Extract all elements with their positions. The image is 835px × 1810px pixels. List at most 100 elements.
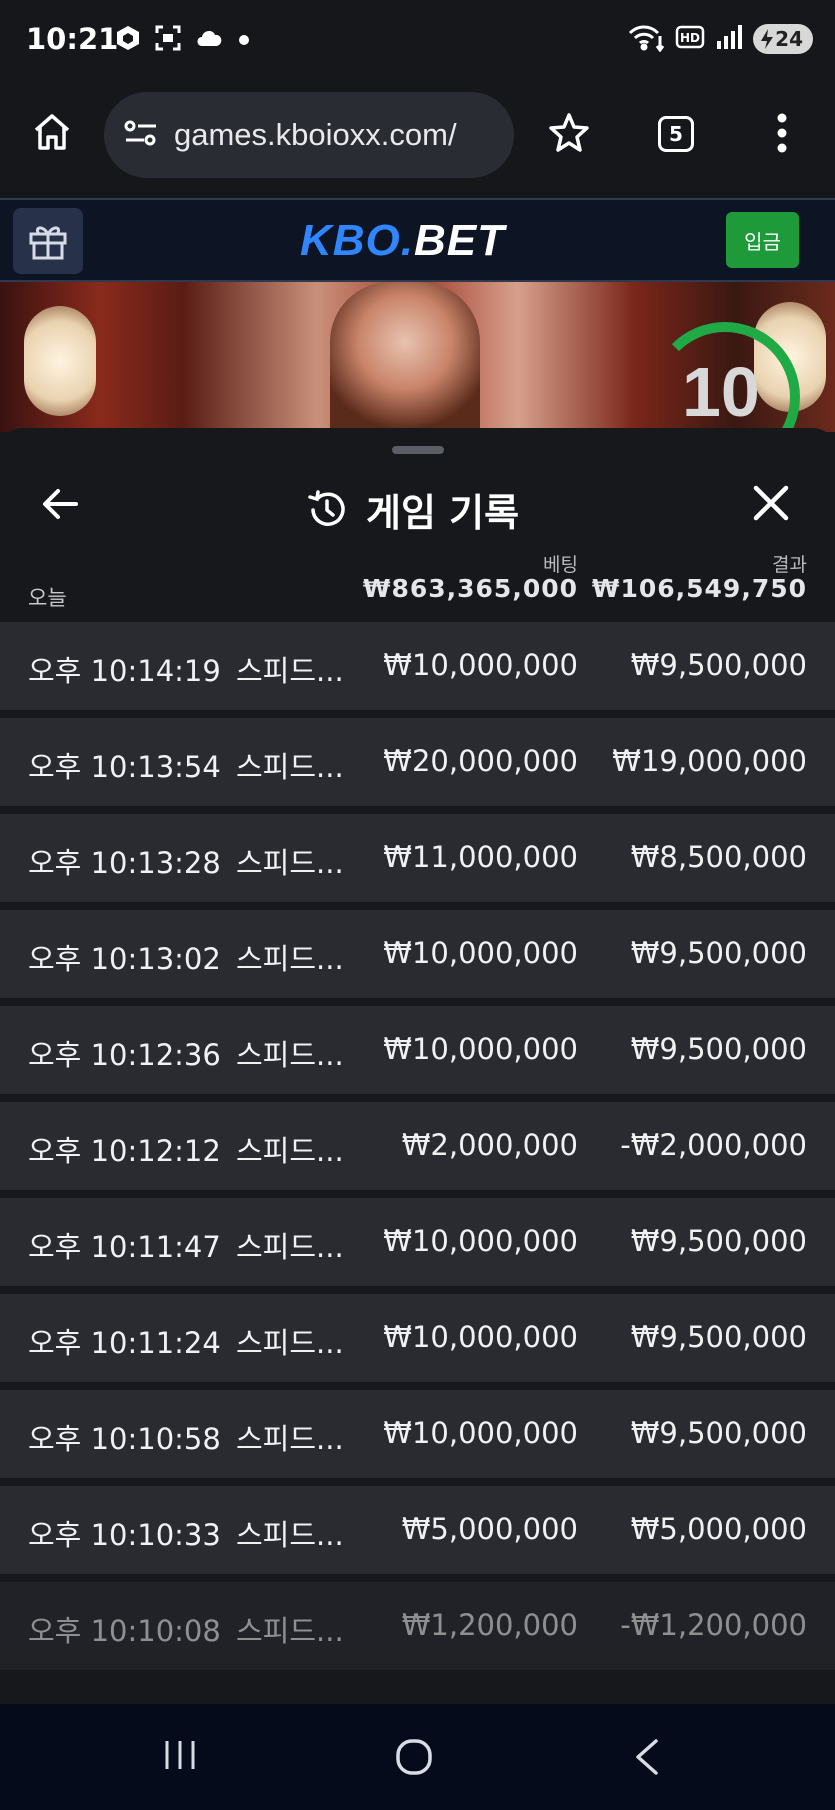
system-nav-bar <box>0 1704 835 1810</box>
history-row[interactable]: 오후 10:10:33 스피드... ₩5,000,000 ₩5,000,000 <box>0 1486 835 1574</box>
row-result-amount: -₩2,000,000 <box>620 1128 807 1162</box>
total-result: ₩106,549,750 <box>591 574 807 603</box>
recent-apps-button[interactable] <box>162 1737 198 1777</box>
star-icon <box>549 113 589 152</box>
signal-icon <box>715 23 743 55</box>
sheet-header: 게임 기록 <box>0 468 835 548</box>
row-game: 스피드... <box>236 654 344 688</box>
row-result-amount: ₩19,000,000 <box>612 744 807 778</box>
row-game: 스피드... <box>236 1422 344 1456</box>
dot-icon <box>238 31 250 50</box>
url-text[interactable]: games.kboioxx.com/ <box>174 117 457 153</box>
row-result-amount: -₩1,200,000 <box>620 1608 807 1642</box>
back-nav-button[interactable] <box>632 1737 662 1781</box>
site-logo[interactable]: KBO.BET <box>300 216 505 266</box>
screenshot-icon <box>154 24 182 56</box>
status-bar: 10:21 HD 24 <box>0 0 835 82</box>
row-game: 스피드... <box>236 1230 344 1264</box>
row-game: 스피드... <box>236 846 344 880</box>
row-game: 스피드... <box>236 1134 344 1168</box>
total-bet: ₩863,365,000 <box>362 574 578 603</box>
row-time: 오후 10:13:28 <box>28 846 221 880</box>
row-bet-amount: ₩11,000,000 <box>383 840 578 874</box>
sheet-title: 게임 기록 <box>366 491 520 535</box>
history-row[interactable]: 오후 10:14:19 스피드... ₩10,000,000 ₩9,500,000 <box>0 622 835 710</box>
row-time: 오후 10:13:02 <box>28 942 221 976</box>
status-left-icons <box>114 24 250 56</box>
row-game: 스피드... <box>236 1326 344 1360</box>
history-summary: 오늘 베팅 ₩863,365,000 결과 ₩106,549,750 <box>0 548 835 618</box>
game-history-sheet: 게임 기록 오늘 베팅 ₩863,365,000 결과 ₩106,549,750… <box>0 428 835 1704</box>
row-time: 오후 10:11:24 <box>28 1326 221 1360</box>
row-result-amount: ₩9,500,000 <box>630 1416 807 1450</box>
site-settings-icon[interactable] <box>124 118 158 152</box>
row-result-amount: ₩8,500,000 <box>630 840 807 874</box>
battery-icon: 24 <box>753 24 813 54</box>
row-result-amount: ₩9,500,000 <box>630 1320 807 1354</box>
svg-text:HD: HD <box>680 31 700 45</box>
history-row[interactable]: 오후 10:12:36 스피드... ₩10,000,000 ₩9,500,000 <box>0 1006 835 1094</box>
wifi-icon <box>627 22 665 56</box>
drag-handle[interactable] <box>392 446 444 454</box>
home-nav-button[interactable] <box>394 1737 434 1781</box>
home-circle-icon <box>396 1739 432 1775</box>
logo-bet: BET <box>414 216 505 265</box>
history-row[interactable]: 오후 10:11:47 스피드... ₩10,000,000 ₩9,500,000 <box>0 1198 835 1286</box>
row-time: 오후 10:10:08 <box>28 1614 221 1648</box>
address-bar[interactable]: games.kboioxx.com/ <box>104 92 514 178</box>
deposit-button[interactable]: 입금 <box>726 212 799 268</box>
home-button[interactable] <box>32 112 72 156</box>
history-row[interactable]: 오후 10:13:02 스피드... ₩10,000,000 ₩9,500,000 <box>0 910 835 998</box>
row-bet-amount: ₩10,000,000 <box>383 1320 578 1354</box>
history-list: 오후 10:14:19 스피드... ₩10,000,000 ₩9,500,000 오후… <box>0 622 835 1678</box>
bookmark-button[interactable] <box>548 112 590 158</box>
history-row[interactable]: 오후 10:13:28 스피드... ₩11,000,000 ₩8,500,000 <box>0 814 835 902</box>
site-header: KBO.BET 입금 <box>0 198 835 282</box>
live-video: 10 <box>0 282 835 432</box>
gift-button[interactable] <box>13 208 83 274</box>
row-game: 스피드... <box>236 1518 344 1552</box>
gift-icon <box>29 226 67 260</box>
status-time: 10:21 <box>26 22 119 56</box>
history-row[interactable]: 오후 10:11:24 스피드... ₩10,000,000 ₩9,500,000 <box>0 1294 835 1382</box>
row-time: 오후 10:10:33 <box>28 1518 221 1552</box>
row-result-amount: ₩9,500,000 <box>630 1224 807 1258</box>
row-bet-amount: ₩10,000,000 <box>383 648 578 682</box>
row-bet-amount: ₩20,000,000 <box>383 744 578 778</box>
close-button[interactable] <box>752 484 790 526</box>
dealer-figure <box>330 282 480 432</box>
history-row[interactable]: 오후 10:10:58 스피드... ₩10,000,000 ₩9,500,000 <box>0 1390 835 1478</box>
close-icon <box>753 485 789 521</box>
logo-kbo: KBO. <box>300 216 414 265</box>
history-row[interactable]: 오후 10:10:08 스피드... ₩1,200,000 -₩1,200,000 <box>0 1582 835 1670</box>
row-game: 스피드... <box>236 1038 344 1072</box>
chevron-left-icon <box>636 1739 658 1775</box>
sheet-title-group: 게임 기록 <box>306 482 519 537</box>
arrow-left-icon <box>43 489 78 519</box>
lantern-decoration <box>24 306 96 416</box>
browser-toolbar: games.kboioxx.com/ 5 <box>0 82 835 198</box>
tab-count[interactable]: 5 <box>658 116 694 152</box>
browser-menu-button[interactable] <box>774 112 790 158</box>
status-right-icons: HD 24 <box>627 22 813 56</box>
package-icon <box>114 24 142 56</box>
battery-level: 24 <box>775 27 803 51</box>
row-game: 스피드... <box>236 1614 344 1648</box>
row-time: 오후 10:12:12 <box>28 1134 221 1168</box>
row-time: 오후 10:12:36 <box>28 1038 221 1072</box>
history-row[interactable]: 오후 10:13:54 스피드... ₩20,000,000 ₩19,000,000 <box>0 718 835 806</box>
more-vert-icon <box>777 113 787 153</box>
row-bet-amount: ₩10,000,000 <box>383 1224 578 1258</box>
recent-apps-icon <box>165 1741 195 1769</box>
history-icon <box>308 489 345 526</box>
row-bet-amount: ₩5,000,000 <box>401 1512 578 1546</box>
result-column-label: 결과 <box>772 554 807 576</box>
row-result-amount: ₩5,000,000 <box>630 1512 807 1546</box>
back-button[interactable] <box>40 484 80 528</box>
row-result-amount: ₩9,500,000 <box>630 1032 807 1066</box>
row-bet-amount: ₩10,000,000 <box>383 936 578 970</box>
history-row[interactable]: 오후 10:12:12 스피드... ₩2,000,000 -₩2,000,000 <box>0 1102 835 1190</box>
tab-switcher-button[interactable]: 5 <box>658 116 694 152</box>
row-bet-amount: ₩10,000,000 <box>383 1416 578 1450</box>
cloud-icon <box>194 24 226 56</box>
